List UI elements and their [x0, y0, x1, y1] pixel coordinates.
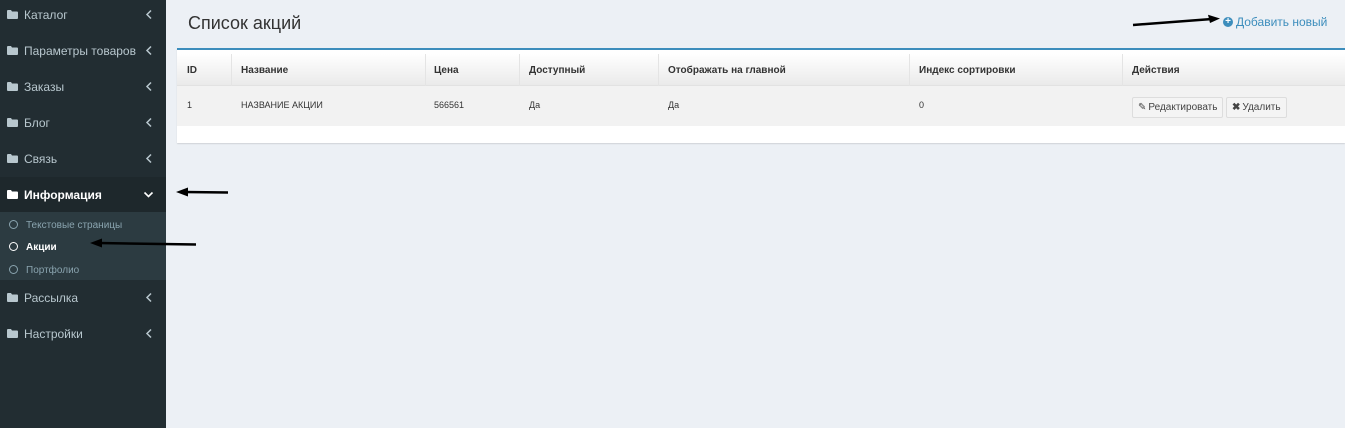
chevron-left-icon	[145, 45, 152, 56]
circle-outline-icon	[9, 220, 18, 229]
cell-available: Да	[529, 100, 541, 110]
folder-icon	[7, 190, 18, 199]
column-divider	[425, 54, 426, 86]
sidebar-item-label: Информация	[24, 188, 102, 202]
sidebar-item-label: Связь	[24, 152, 58, 166]
sidebar-item-catalog[interactable]: Каталог	[0, 0, 166, 33]
add-new-link[interactable]: + Добавить новый	[1223, 15, 1327, 29]
column-divider	[519, 54, 520, 86]
folder-icon	[7, 46, 18, 55]
folder-icon	[7, 82, 18, 91]
sidebar-item-label: Настройки	[24, 327, 83, 341]
folder-icon	[7, 154, 18, 163]
sidebar-item-orders[interactable]: Заказы	[0, 69, 166, 105]
sidebar-item-label: Параметры товаров	[24, 44, 136, 58]
submenu-item-label: Портфолио	[26, 265, 80, 276]
table-header: ID Название Цена Доступный Отображать на…	[177, 54, 1345, 86]
edit-button-label: Редактировать	[1148, 102, 1218, 113]
cell-sort-index: 0	[919, 100, 925, 110]
chevron-left-icon	[145, 153, 152, 164]
chevron-left-icon	[145, 117, 152, 128]
column-header-name[interactable]: Название	[241, 65, 288, 77]
chevron-left-icon	[145, 328, 152, 339]
chevron-left-icon	[145, 292, 152, 303]
delete-button[interactable]: ✖ Удалить	[1226, 97, 1287, 118]
folder-icon	[7, 329, 18, 338]
folder-icon	[7, 293, 18, 302]
sidebar-item-label: Блог	[24, 116, 50, 130]
arrow-left-icon	[176, 187, 229, 197]
plus-circle-icon: +	[1223, 17, 1233, 27]
column-header-actions: Действия	[1132, 65, 1180, 76]
add-new-label: Добавить новый	[1236, 15, 1328, 29]
column-divider	[909, 54, 910, 86]
column-header-available[interactable]: Доступный	[529, 65, 585, 77]
sidebar-item-label: Рассылка	[24, 291, 79, 305]
submenu-item-text-pages[interactable]: Текстовые страницы	[0, 214, 166, 236]
sidebar-item-contact[interactable]: Связь	[0, 141, 166, 177]
arrow-left-icon	[90, 238, 197, 248]
cell-price: 566561	[434, 100, 465, 110]
cell-show-on-main: Да	[668, 100, 680, 110]
delete-button-label: Удалить	[1242, 102, 1281, 113]
submenu-item-label: Акции	[26, 242, 57, 253]
folder-icon	[7, 10, 18, 19]
column-divider	[1122, 54, 1123, 86]
edit-button[interactable]: ✎ Редактировать	[1132, 97, 1224, 118]
sidebar-item-information[interactable]: Информация	[0, 177, 166, 213]
pencil-icon: ✎	[1138, 102, 1147, 113]
folder-icon	[7, 118, 18, 127]
page-title: Список акций	[188, 13, 302, 33]
chevron-left-icon	[145, 81, 152, 92]
sidebar-item-settings[interactable]: Настройки	[0, 316, 166, 352]
sidebar-item-label: Каталог	[24, 8, 68, 22]
table-row: 1 НАЗВАНИЕ АКЦИИ 566561 Да Да 0 ✎ Редакт…	[177, 86, 1345, 126]
cell-id: 1	[187, 100, 193, 110]
close-icon: ✖	[1232, 102, 1241, 113]
column-header-sort-index[interactable]: Индекс сортировки	[919, 65, 1016, 77]
submenu-item-portfolio[interactable]: Портфолио	[0, 259, 166, 281]
submenu-item-label: Текстовые страницы	[26, 220, 123, 231]
chevron-left-icon	[145, 9, 152, 20]
sidebar-item-blog[interactable]: Блог	[0, 105, 166, 141]
circle-outline-icon	[9, 265, 18, 274]
promotions-table: ID Название Цена Доступный Отображать на…	[177, 48, 1345, 143]
column-header-show-on-main[interactable]: Отображать на главной	[668, 65, 786, 77]
column-divider	[231, 54, 232, 86]
circle-outline-icon	[9, 242, 18, 251]
column-divider	[658, 54, 659, 86]
column-header-id[interactable]: ID	[187, 65, 197, 77]
sidebar-item-mailing[interactable]: Рассылка	[0, 280, 166, 316]
chevron-down-icon	[143, 191, 154, 198]
sidebar: Каталог Параметры товаров Заказы Блог Св…	[0, 0, 166, 428]
sidebar-item-product-params[interactable]: Параметры товаров	[0, 33, 166, 69]
column-header-price[interactable]: Цена	[434, 65, 459, 77]
arrow-right-icon	[1132, 14, 1220, 27]
cell-name: НАЗВАНИЕ АКЦИИ	[241, 100, 323, 110]
sidebar-item-label: Заказы	[24, 80, 65, 94]
